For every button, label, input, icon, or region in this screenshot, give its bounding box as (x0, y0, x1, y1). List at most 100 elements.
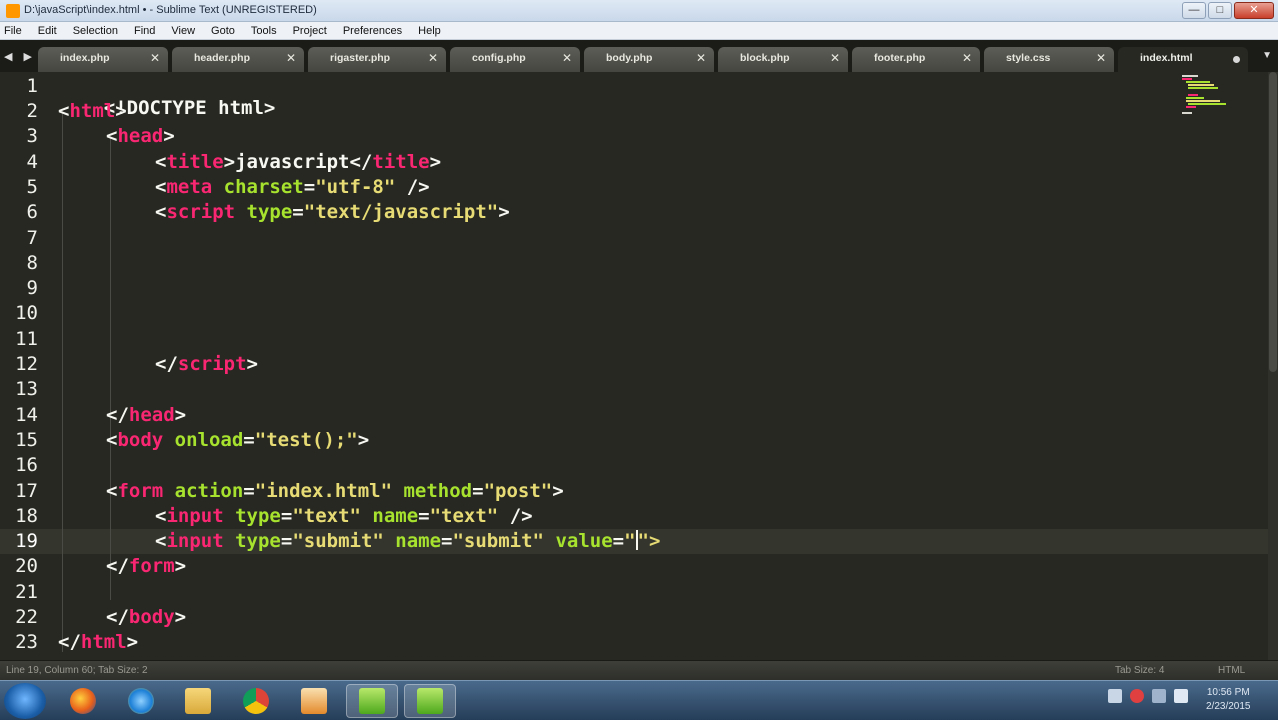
punct-token: = (418, 505, 430, 527)
taskbar-clock[interactable]: 10:56 PM 2/23/2015 (1206, 686, 1251, 714)
punct-token: </ (58, 631, 81, 653)
tab-index-html[interactable]: index.html (1118, 47, 1248, 72)
chrome-icon (243, 688, 269, 714)
tab-close-icon[interactable]: ✕ (150, 51, 160, 65)
chrome-taskbar-icon[interactable] (230, 684, 282, 718)
tab-rigaster-php[interactable]: rigaster.php ✕ (308, 47, 446, 72)
tab-style-css[interactable]: style.css ✕ (984, 47, 1114, 72)
punct-token: = (303, 176, 316, 198)
tab-block-php[interactable]: block.php ✕ (718, 47, 848, 72)
folder-icon (185, 688, 211, 714)
code-line-17: <form action="index.html" method="post"> (106, 480, 564, 502)
punct-token: = (441, 530, 453, 552)
menu-edit[interactable]: Edit (38, 25, 57, 37)
tab-size-selector[interactable]: Tab Size: 4 (1115, 665, 1164, 676)
tab-close-icon[interactable]: ✕ (696, 51, 706, 65)
code-editor[interactable]: 1 2 3 4 5 6 7 8 9 10 11 12 13 14 15 16 1… (0, 72, 1268, 660)
punct-token: < (106, 480, 118, 502)
system-tray (1108, 689, 1188, 703)
maximize-button[interactable]: □ (1208, 2, 1232, 19)
tab-nav-arrows-icon[interactable]: ◀ ▶ (4, 50, 36, 63)
line-number: 21 (15, 581, 38, 603)
menu-tools[interactable]: Tools (251, 25, 277, 37)
menu-project[interactable]: Project (293, 25, 327, 37)
line-number-active: 19 (15, 530, 38, 552)
tab-list-chevron-icon[interactable]: ▼ (1262, 50, 1272, 61)
tab-label: block.php (740, 52, 790, 64)
menu-view[interactable]: View (171, 25, 195, 37)
minimap-line (1186, 97, 1204, 99)
camtasia-recorder-taskbar-icon[interactable] (404, 684, 456, 718)
code-line-3: <head> (106, 125, 175, 147)
tab-close-icon[interactable]: ✕ (428, 51, 438, 65)
explorer-taskbar-icon[interactable] (172, 684, 224, 718)
syntax-selector[interactable]: HTML (1218, 665, 1245, 676)
minimize-button[interactable]: — (1182, 2, 1206, 19)
punct-token: > (115, 100, 127, 122)
volume-icon[interactable] (1174, 689, 1188, 703)
line-number: 15 (15, 429, 38, 451)
window-title-bar: D:\javaScript\index.html • - Sublime Tex… (0, 0, 1278, 22)
menu-find[interactable]: Find (134, 25, 155, 37)
minimap-line (1188, 87, 1218, 89)
text-token: >javascript</ (223, 151, 373, 173)
punct-token: = (292, 201, 304, 223)
window-controls: — □ ✕ (1182, 2, 1274, 19)
minimap-line (1186, 100, 1220, 102)
punct-token: < (106, 125, 118, 147)
line-number: 12 (15, 353, 38, 375)
menu-selection[interactable]: Selection (73, 25, 118, 37)
code-line-20: </form> (106, 555, 186, 577)
tab-header-php[interactable]: header.php ✕ (172, 47, 304, 72)
ie-taskbar-icon[interactable] (115, 684, 167, 718)
punct-token: </ (106, 404, 129, 426)
string-token: "test();" (254, 429, 358, 451)
close-window-button[interactable]: ✕ (1234, 2, 1274, 19)
tag-token: form (117, 480, 164, 502)
minimap-line (1186, 106, 1196, 108)
punct-token: /> (395, 176, 430, 198)
punct-token: > (429, 151, 442, 173)
unsaved-dot-icon[interactable] (1233, 56, 1240, 63)
line-number: 11 (15, 328, 38, 350)
clock-time: 10:56 PM (1206, 687, 1250, 698)
network-error-icon[interactable] (1130, 689, 1144, 703)
menu-help[interactable]: Help (418, 25, 441, 37)
start-button-icon[interactable] (4, 683, 46, 719)
code-line-23: </html> (58, 631, 138, 653)
menu-preferences[interactable]: Preferences (343, 25, 402, 37)
tab-close-icon[interactable]: ✕ (830, 51, 840, 65)
code-line-19: <input type="submit" name="submit" value… (155, 530, 660, 552)
line-number: 5 (26, 176, 38, 198)
menu-goto[interactable]: Goto (211, 25, 235, 37)
tab-close-icon[interactable]: ✕ (962, 51, 972, 65)
app-taskbar-icon[interactable] (288, 684, 340, 718)
tray-arrow-icon[interactable] (1108, 689, 1122, 703)
tab-close-icon[interactable]: ✕ (562, 51, 572, 65)
tab-footer-php[interactable]: footer.php ✕ (852, 47, 980, 72)
menu-file[interactable]: File (4, 25, 22, 37)
vertical-scrollbar[interactable] (1268, 72, 1278, 660)
tab-body-php[interactable]: body.php ✕ (584, 47, 714, 72)
string-token: "text" (429, 505, 499, 527)
line-number: 9 (26, 277, 38, 299)
minimap[interactable] (1178, 72, 1238, 132)
tab-config-php[interactable]: config.php ✕ (450, 47, 580, 72)
line-number: 16 (15, 454, 38, 476)
scrollbar-thumb[interactable] (1269, 72, 1277, 372)
tag-token: head (128, 404, 175, 426)
firefox-taskbar-icon[interactable] (57, 684, 109, 718)
string-token: "post" (483, 480, 553, 502)
network-icon[interactable] (1152, 689, 1166, 703)
tab-label: index.html (1140, 52, 1193, 64)
line-number: 10 (15, 302, 38, 324)
line-number: 23 (15, 631, 38, 653)
tab-close-icon[interactable]: ✕ (1096, 51, 1106, 65)
punct-token: < (58, 100, 70, 122)
camtasia-taskbar-icon[interactable] (346, 684, 398, 718)
string-token: "utf-8" (315, 176, 396, 198)
tab-close-icon[interactable]: ✕ (286, 51, 296, 65)
tab-index-php[interactable]: index.php ✕ (38, 47, 168, 72)
attr-token: charset (212, 176, 304, 198)
code-line-6: <script type="text/javascript"> (155, 201, 510, 223)
